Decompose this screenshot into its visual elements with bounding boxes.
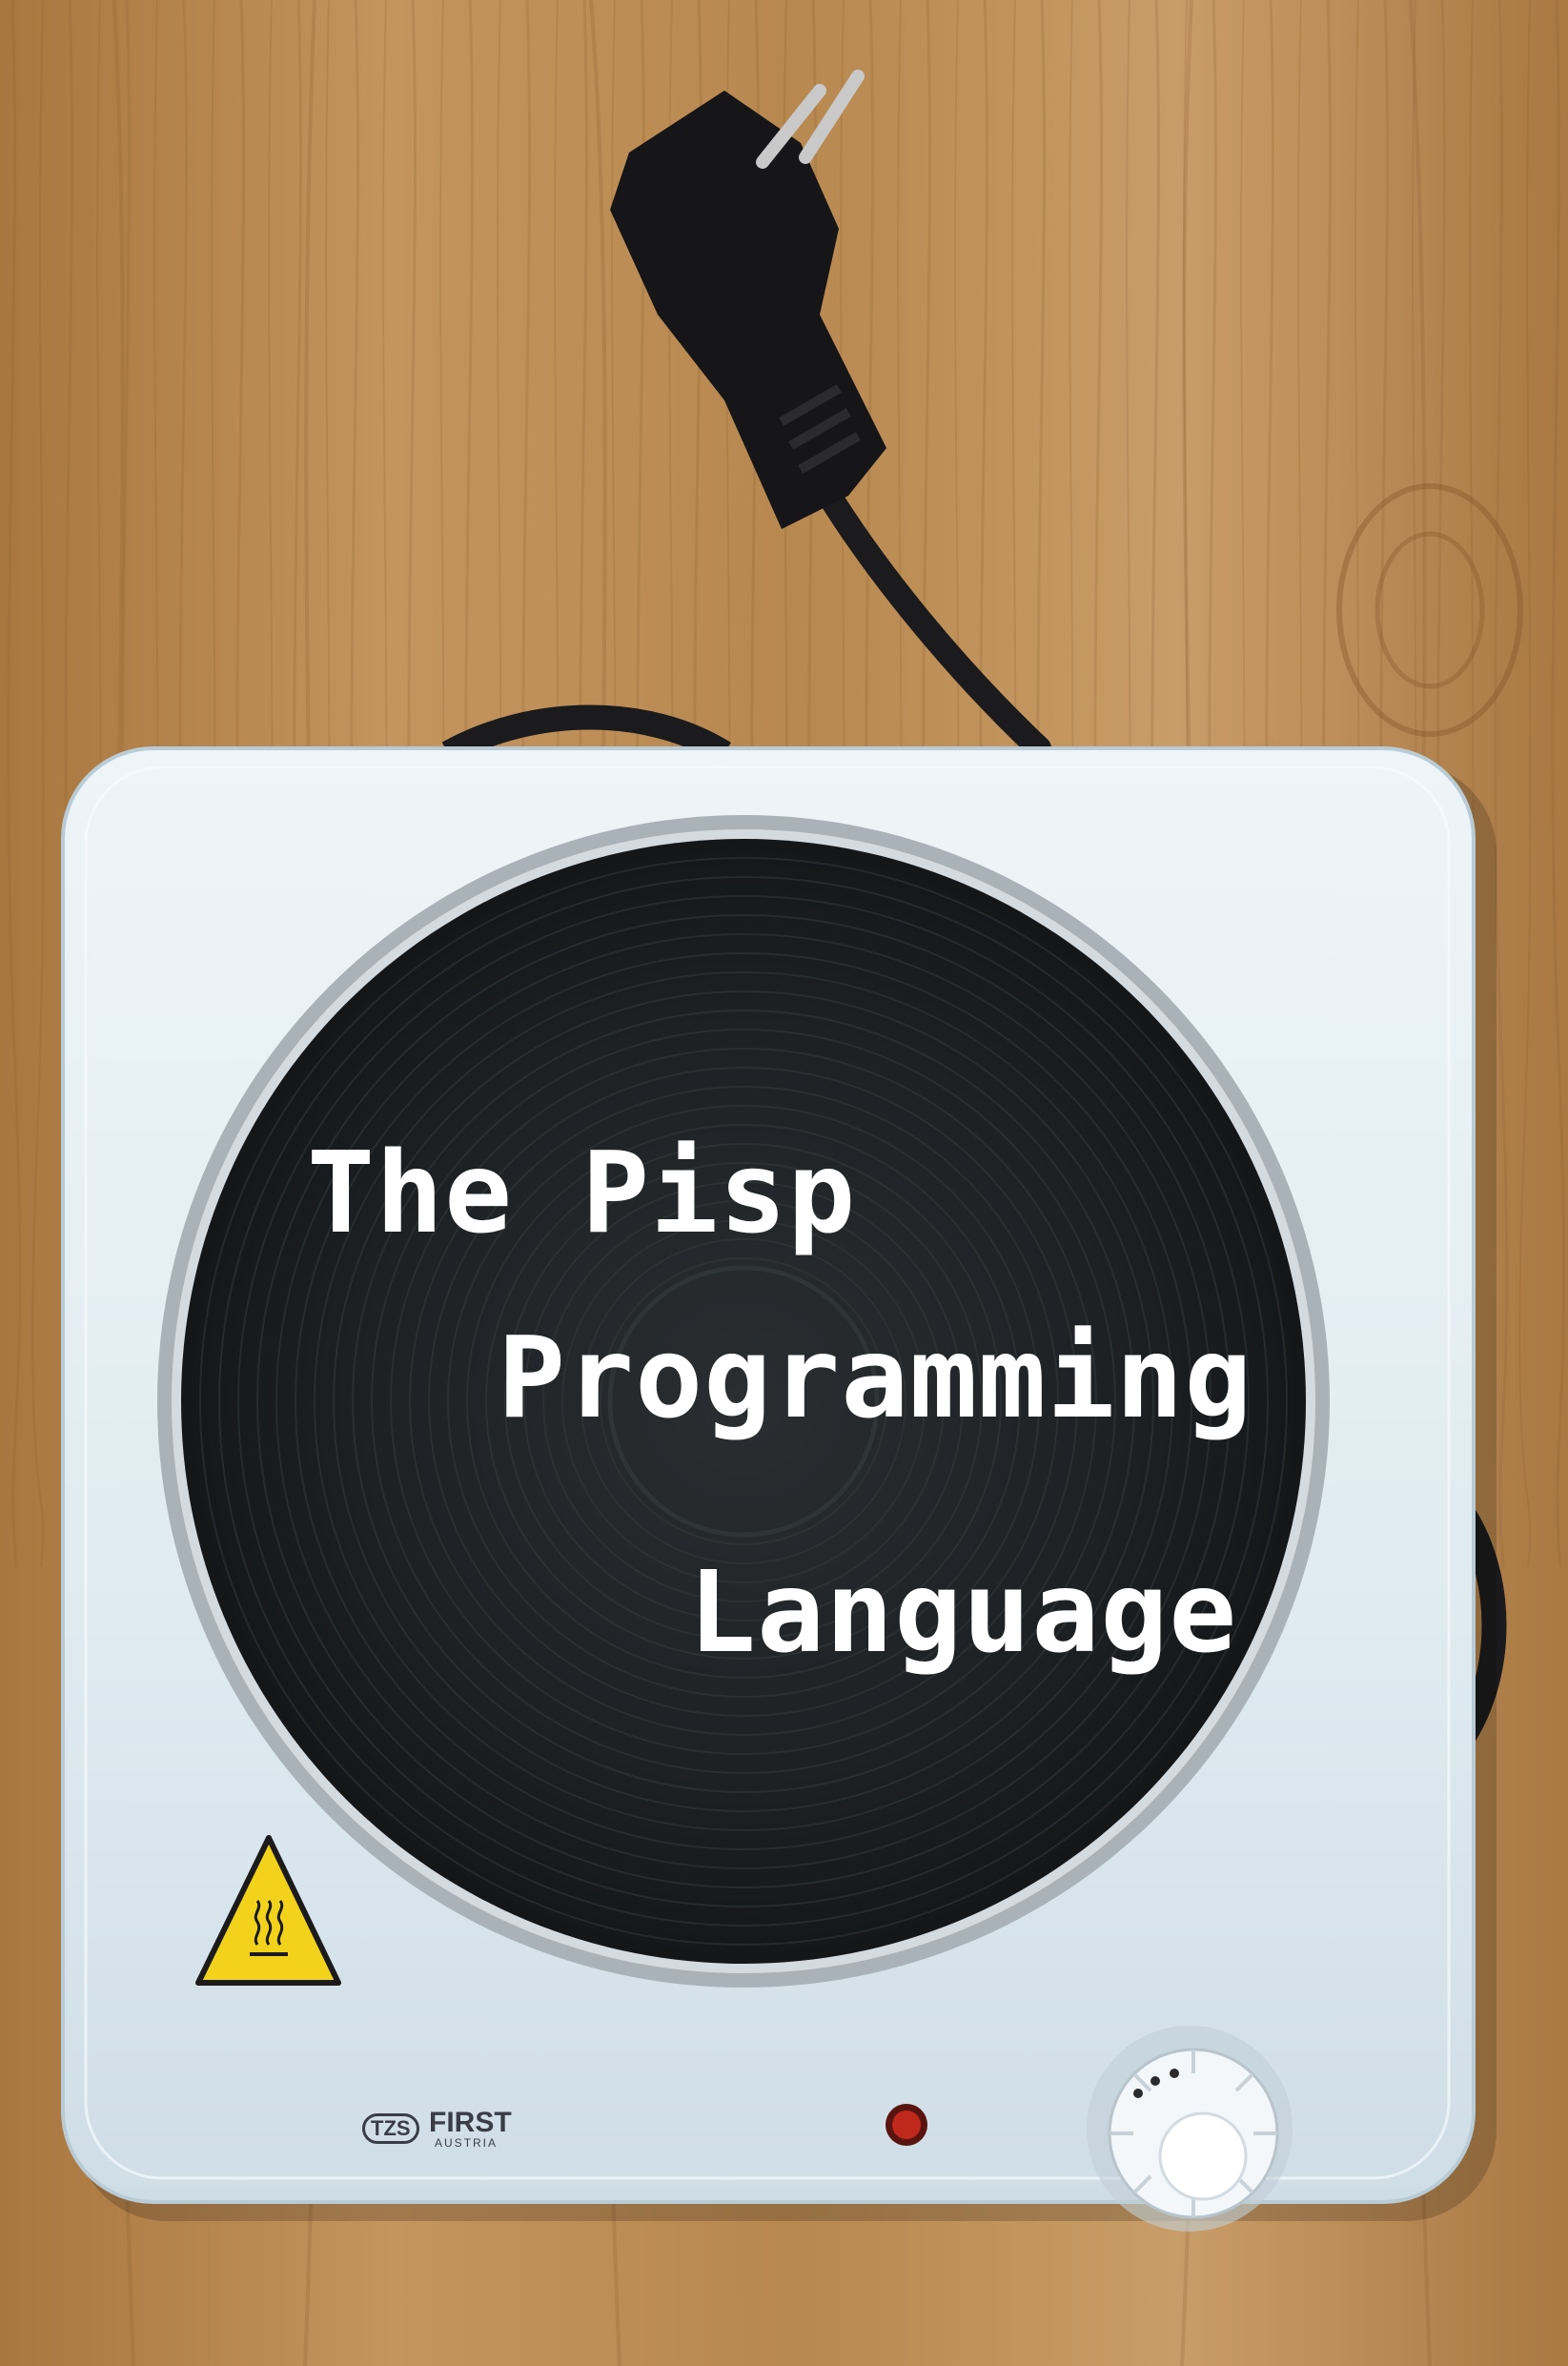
- brand-name: FIRST: [429, 2107, 512, 2138]
- temperature-knob[interactable]: [1087, 2026, 1293, 2232]
- brand-badge: TZS: [362, 2113, 419, 2144]
- brand-sub: AUSTRIA: [435, 2136, 499, 2150]
- brand-logo: TZS FIRST AUSTRIA: [362, 2109, 512, 2149]
- cover-image: The Pisp Programming Language TZS FIRST …: [0, 0, 1568, 2366]
- cover-title-line-1: The Pisp: [307, 1127, 857, 1258]
- cover-title-line-3: Language: [688, 1546, 1238, 1678]
- cover-title-line-2: Programming: [498, 1312, 1253, 1443]
